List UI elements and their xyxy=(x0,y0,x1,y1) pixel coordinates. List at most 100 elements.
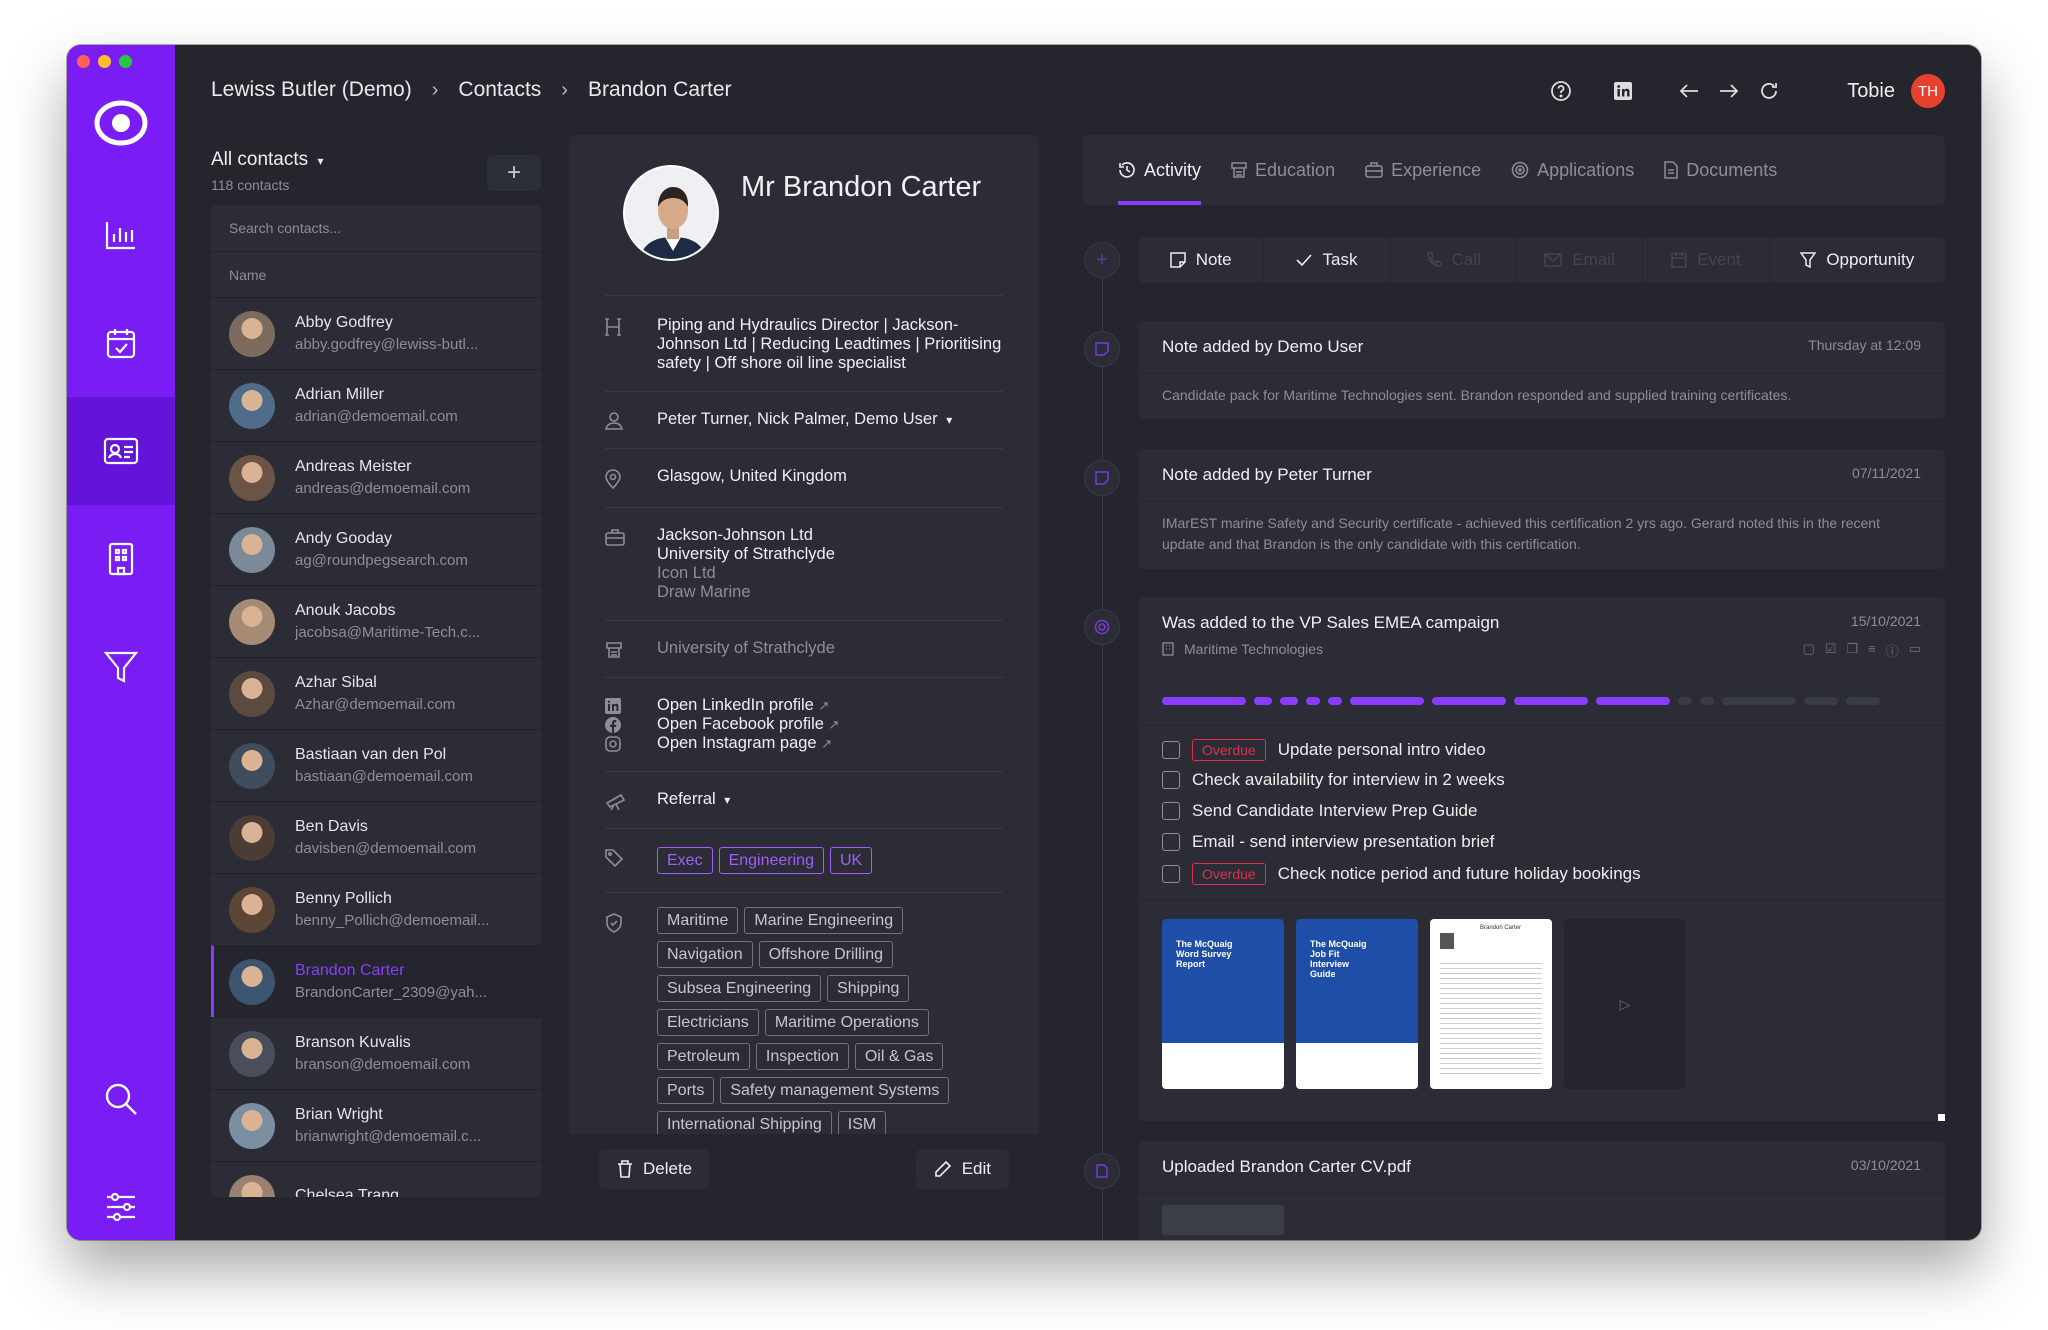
resize-handle[interactable] xyxy=(1938,1114,1945,1121)
app-logo-icon[interactable] xyxy=(93,95,149,151)
campaign-task[interactable]: Send Candidate Interview Prep Guide xyxy=(1162,801,1477,821)
contact-list-item[interactable]: Chelsea Trang xyxy=(211,1161,541,1197)
campaign-task[interactable]: Overdue Check notice period and future ho… xyxy=(1162,863,1641,885)
document-thumbnail[interactable]: The McQuaig Word Survey Report xyxy=(1162,919,1284,1089)
tag-chip[interactable]: UK xyxy=(829,847,873,874)
maximize-window-button[interactable] xyxy=(119,55,132,68)
nav-contacts-icon[interactable] xyxy=(67,397,175,505)
delete-button[interactable]: Delete xyxy=(599,1149,711,1189)
contact-list-item[interactable]: Andreas Meister andreas@demoemail.com xyxy=(211,441,541,513)
skill-chip[interactable]: Ports xyxy=(657,1077,715,1104)
document-thumbnail[interactable]: The McQuaig Job Fit Interview Guide xyxy=(1296,919,1418,1089)
contact-list-item[interactable]: Branson Kuvalis branson@demoemail.com xyxy=(211,1017,541,1089)
edit-button[interactable]: Edit xyxy=(915,1149,1009,1189)
progress-segment[interactable] xyxy=(1328,697,1342,705)
add-task-button[interactable]: Task xyxy=(1264,237,1391,283)
contact-list-item[interactable]: Ben Davis davisben@demoemail.com xyxy=(211,801,541,873)
video-thumbnail[interactable]: ▷ xyxy=(1564,919,1686,1089)
tag-chip[interactable]: Exec xyxy=(657,847,713,874)
campaign-task[interactable]: Email - send interview presentation brie… xyxy=(1162,832,1494,852)
add-event-button[interactable]: Event xyxy=(1643,237,1770,283)
progress-segment[interactable] xyxy=(1722,697,1796,705)
search-contacts-input[interactable]: Search contacts... xyxy=(211,205,541,251)
skill-chip[interactable]: Marine Engineering xyxy=(744,907,904,934)
progress-segment[interactable] xyxy=(1306,697,1320,705)
progress-segment[interactable] xyxy=(1804,697,1838,705)
task-checkbox[interactable] xyxy=(1162,741,1180,759)
user-name[interactable]: Tobie xyxy=(1847,80,1895,103)
skill-chip[interactable]: Maritime xyxy=(657,907,739,934)
source-row[interactable]: Referral ▾ xyxy=(605,771,1003,828)
log-call-button[interactable]: Call xyxy=(1391,237,1517,283)
contact-list-item[interactable]: Benny Pollich benny_Pollich@demoemail... xyxy=(211,873,541,945)
send-email-button[interactable]: Email xyxy=(1517,237,1644,283)
task-checkbox[interactable] xyxy=(1162,802,1180,820)
breadcrumb-account[interactable]: Lewiss Butler (Demo) xyxy=(211,78,412,102)
add-opportunity-button[interactable]: Opportunity xyxy=(1770,237,1945,283)
owners-row[interactable]: Peter Turner, Nick Palmer, Demo User ▾ xyxy=(605,391,1003,448)
progress-segment[interactable] xyxy=(1432,697,1506,705)
breadcrumb-contacts[interactable]: Contacts xyxy=(458,78,541,102)
task-checkbox[interactable] xyxy=(1162,771,1180,789)
contact-list-item[interactable]: Abby Godfrey abby.godfrey@lewiss-butl... xyxy=(211,297,541,369)
contact-list-item[interactable]: Brian Wright brianwright@demoemail.c... xyxy=(211,1089,541,1161)
skill-chip[interactable]: Electricians xyxy=(657,1009,759,1036)
note-card[interactable]: Note added by Peter Turner 07/11/2021 IM… xyxy=(1138,449,1945,569)
contact-list-item[interactable]: Azhar Sibal Azhar@demoemail.com xyxy=(211,657,541,729)
skill-chip[interactable]: Shipping xyxy=(827,975,910,1002)
contact-list-item[interactable]: Adrian Miller adrian@demoemail.com xyxy=(211,369,541,441)
upload-preview[interactable] xyxy=(1162,1205,1284,1235)
tag-chip[interactable]: Engineering xyxy=(718,847,824,874)
minimize-window-button[interactable] xyxy=(98,55,111,68)
add-note-button[interactable]: Note xyxy=(1138,237,1265,283)
progress-segment[interactable] xyxy=(1514,697,1588,705)
linkedin-icon[interactable] xyxy=(1605,73,1641,109)
progress-segment[interactable] xyxy=(1700,697,1714,705)
skill-chip[interactable]: Offshore Drilling xyxy=(758,941,894,968)
linkedin-link[interactable]: Open LinkedIn profile ↗ xyxy=(657,696,839,715)
progress-segment[interactable] xyxy=(1350,697,1424,705)
nav-search-icon[interactable] xyxy=(67,1045,175,1153)
campaign-task[interactable]: Overdue Update personal intro video xyxy=(1162,739,1486,761)
campaign-task[interactable]: Check availability for interview in 2 we… xyxy=(1162,770,1505,790)
nav-calendar-icon[interactable] xyxy=(67,289,175,397)
skill-chip[interactable]: Petroleum xyxy=(657,1043,750,1070)
facebook-link[interactable]: Open Facebook profile ↗ xyxy=(657,715,839,734)
tab-education[interactable]: Education xyxy=(1231,135,1335,205)
skill-chip[interactable]: Inspection xyxy=(755,1043,849,1070)
forward-arrow-icon[interactable] xyxy=(1711,73,1747,109)
task-checkbox[interactable] xyxy=(1162,865,1180,883)
tab-activity[interactable]: Activity xyxy=(1118,135,1202,205)
nav-dashboard-icon[interactable] xyxy=(67,181,175,289)
tab-applications[interactable]: Applications xyxy=(1511,135,1634,205)
tab-experience[interactable]: Experience xyxy=(1365,135,1481,205)
progress-segment[interactable] xyxy=(1254,697,1272,705)
nav-settings-sliders-icon[interactable] xyxy=(67,1153,175,1240)
progress-segment[interactable] xyxy=(1162,697,1246,705)
skill-chip[interactable]: Navigation xyxy=(657,941,753,968)
progress-segment[interactable] xyxy=(1846,697,1880,705)
help-icon[interactable] xyxy=(1543,73,1579,109)
instagram-link[interactable]: Open Instagram page ↗ xyxy=(657,734,839,753)
tab-documents[interactable]: Documents xyxy=(1664,135,1777,205)
upload-card[interactable]: Uploaded Brandon Carter CV.pdf 03/10/202… xyxy=(1138,1141,1945,1240)
skill-chip[interactable]: Oil & Gas xyxy=(854,1043,944,1070)
progress-segment[interactable] xyxy=(1280,697,1298,705)
contact-list-item[interactable]: Brandon Carter BrandonCarter_2309@yah... xyxy=(211,945,541,1017)
skill-chip[interactable]: Maritime Operations xyxy=(764,1009,929,1036)
contact-list-item[interactable]: Andy Gooday ag@roundpegsearch.com xyxy=(211,513,541,585)
nav-pipeline-funnel-icon[interactable] xyxy=(67,613,175,721)
add-contact-button[interactable]: + xyxy=(487,155,541,191)
back-arrow-icon[interactable] xyxy=(1671,73,1707,109)
skill-chip[interactable]: Safety management Systems xyxy=(720,1077,950,1104)
campaign-title[interactable]: Was added to the VP Sales EMEA campaign xyxy=(1162,613,1499,633)
contact-list-item[interactable]: Bastiaan van den Pol bastiaan@demoemail.c… xyxy=(211,729,541,801)
task-checkbox[interactable] xyxy=(1162,833,1180,851)
progress-segment[interactable] xyxy=(1678,697,1692,705)
add-activity-icon[interactable]: + xyxy=(1084,242,1120,278)
nav-companies-icon[interactable] xyxy=(67,505,175,613)
contact-list-item[interactable]: Anouk Jacobs jacobsa@Maritime-Tech.c... xyxy=(211,585,541,657)
close-window-button[interactable] xyxy=(77,55,90,68)
name-column-header[interactable]: Name xyxy=(211,251,541,297)
campaign-company[interactable]: Maritime Technologies xyxy=(1162,641,1323,657)
